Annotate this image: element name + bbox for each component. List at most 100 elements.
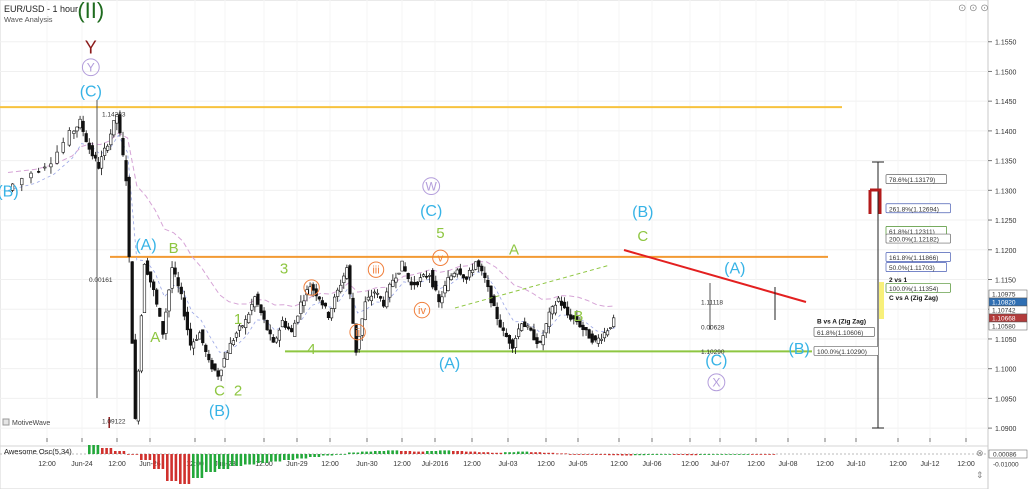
panel-expand-icon[interactable]: ⇕: [976, 470, 984, 480]
candle-body: [452, 273, 456, 277]
osc-bar: [235, 454, 238, 466]
candle-body: [87, 142, 91, 150]
x-tick-label: 12:00: [537, 461, 555, 468]
osc-bar: [517, 451, 520, 454]
wave-label: (A): [439, 356, 460, 373]
wave-label: i: [310, 282, 312, 294]
wave-label: B: [169, 240, 179, 257]
indicator-title: Awesome Osc(5,34): [4, 447, 72, 456]
candle-body: [406, 273, 410, 279]
osc-bar: [469, 451, 472, 454]
osc-bar: [478, 452, 481, 454]
candle-body: [412, 281, 416, 286]
osc-bar: [595, 454, 598, 455]
main-plot-area[interactable]: [0, 0, 989, 447]
candle-body: [523, 321, 527, 328]
candle-body: [231, 340, 236, 345]
x-tick-label: 12:00: [889, 461, 907, 468]
osc-bar: [105, 448, 108, 454]
osc-bar: [192, 454, 195, 478]
candle-body: [342, 275, 346, 283]
candle-body: [363, 301, 367, 320]
candle-body: [133, 339, 137, 419]
wave-label: W: [426, 179, 438, 193]
osc-bar: [122, 451, 126, 454]
osc-bar: [196, 454, 199, 478]
y-tick-label: 1.1450: [995, 99, 1017, 106]
x-tick-label: 12:00: [957, 461, 975, 468]
osc-bar: [443, 450, 446, 454]
osc-bar: [213, 454, 217, 472]
candle-body: [326, 311, 331, 319]
wave-label: 4: [307, 341, 315, 358]
osc-bar: [534, 452, 537, 454]
candle-body: [72, 130, 76, 134]
osc-bar: [521, 451, 524, 454]
candle-body: [553, 304, 557, 314]
osc-bar: [486, 452, 490, 454]
osc-bar: [439, 450, 442, 454]
candle-body: [124, 160, 128, 182]
candle-body: [136, 370, 140, 422]
osc-bar: [603, 454, 607, 455]
osc-bar: [625, 454, 628, 456]
chart-controls-icon[interactable]: ⊙ ⊙ ⊙: [958, 3, 989, 14]
candle-body: [458, 268, 462, 275]
osc-bar: [629, 454, 633, 456]
brand-icon: [2, 418, 10, 426]
osc-bar: [309, 454, 312, 457]
wave-label: Y: [87, 60, 95, 74]
osc-bar: [174, 454, 178, 481]
osc-bar: [274, 454, 277, 462]
osc-bar: [170, 454, 173, 481]
osc-bar: [187, 454, 191, 484]
wave-label: iv: [418, 305, 426, 317]
osc-bar: [772, 454, 776, 455]
candle-body: [516, 328, 521, 337]
panel-close-icon[interactable]: ⊗: [976, 448, 984, 458]
osc-bar: [166, 454, 169, 481]
osc-bar: [491, 452, 494, 454]
osc-bar: [560, 453, 563, 455]
candle-body: [495, 306, 499, 320]
osc-bar: [651, 454, 654, 455]
candle-body: [547, 311, 551, 327]
wave-label: (A): [135, 237, 156, 254]
osc-bar: [417, 451, 420, 454]
osc-bar: [408, 451, 412, 454]
candle-body: [446, 277, 450, 291]
candle-body: [37, 171, 41, 173]
osc-bar: [530, 452, 533, 454]
candle-body: [535, 337, 539, 344]
candle-body: [158, 307, 162, 317]
candle-body: [382, 299, 386, 307]
candle-body: [369, 295, 374, 302]
candle-body: [99, 156, 104, 169]
annotation-text: 161.8%(1.11866): [889, 255, 938, 262]
annotation-text: 261.8%(1.12694): [889, 206, 939, 213]
price-chart[interactable]: (II)YY(C)(B)(A)BA1C2(B)I34iiiiiiivv5(C)W…: [0, 0, 1032, 490]
candle-body: [268, 329, 272, 335]
price-tags: 1.109751.108201.107421.106681.10580: [988, 289, 1028, 331]
osc-bar: [300, 454, 303, 459]
candle-body: [247, 313, 251, 324]
candle-body: [602, 332, 607, 339]
osc-bar: [400, 451, 403, 454]
candle-body: [403, 266, 407, 272]
candle-body: [440, 296, 444, 304]
candle-body: [244, 319, 248, 328]
osc-bar: [101, 448, 104, 454]
candle-body: [612, 317, 616, 328]
candle-body: [434, 280, 438, 291]
candle-body: [182, 297, 186, 317]
price-axis[interactable]: 1.09001.09501.10001.10501.11001.11501.12…: [988, 40, 1017, 433]
x-tick-label: Jun-30: [356, 461, 378, 468]
osc-bar: [430, 451, 433, 454]
candle-body: [262, 310, 266, 320]
candle-body: [474, 261, 478, 270]
price-tag-label: 1.10820: [992, 300, 1016, 307]
candle-body: [152, 281, 156, 290]
osc-bar: [590, 454, 594, 455]
candle-body: [581, 324, 585, 330]
osc-bar: [261, 454, 264, 463]
